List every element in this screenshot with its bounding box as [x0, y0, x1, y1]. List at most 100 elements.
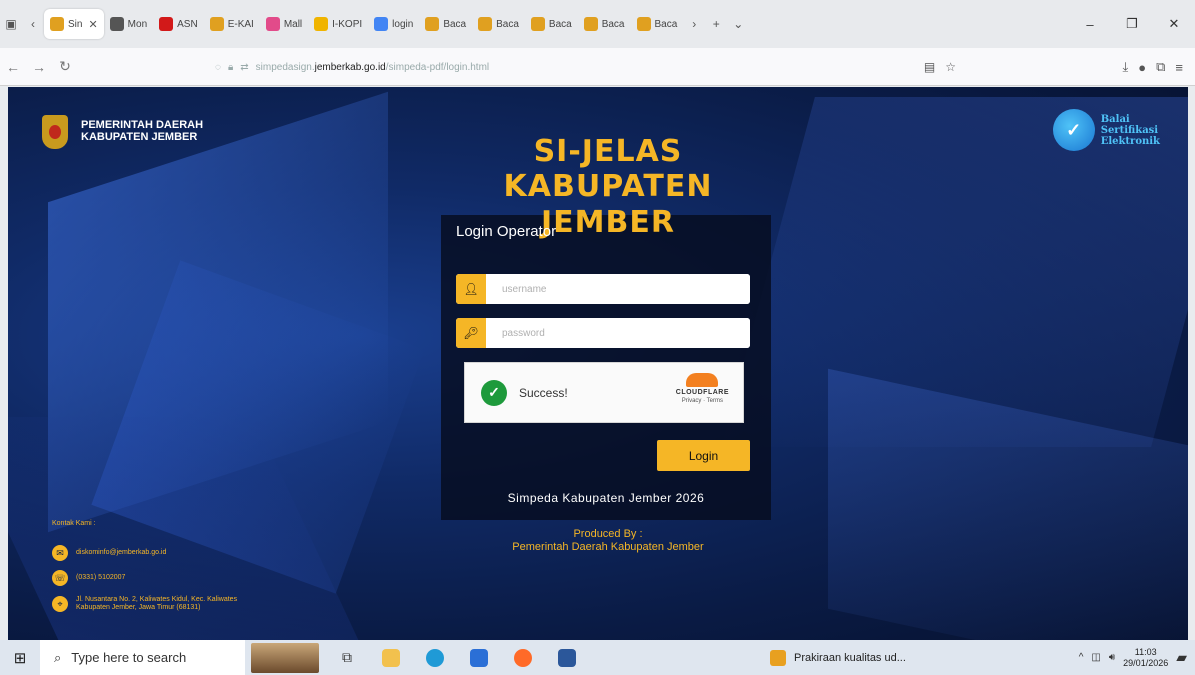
- search-icon: ⌕: [54, 649, 62, 665]
- captcha-status: Success!: [519, 385, 568, 400]
- contact-address-line2: Kabupaten Jember, Jawa Timur (68131): [76, 604, 201, 611]
- contact-email[interactable]: diskominfo@jemberkab.go.id: [76, 549, 166, 557]
- gov-title: PEMERINTAH DAERAH KABUPATEN JEMBER: [81, 119, 203, 143]
- tab-favicon-icon: [314, 17, 329, 31]
- username-input[interactable]: [486, 274, 750, 304]
- windows-start-icon[interactable]: ⊞: [0, 649, 40, 667]
- browser-tab[interactable]: login: [368, 9, 419, 39]
- taskbar-clock[interactable]: 11:03 29/01/2026: [1123, 647, 1168, 669]
- login-page: PEMERINTAH DAERAH KABUPATEN JEMBER ✓ Bal…: [8, 87, 1188, 640]
- tab-overview-icon[interactable]: ▣: [0, 13, 22, 35]
- url-path: /simpeda-pdf/login.html: [385, 61, 490, 73]
- edge-browser-icon[interactable]: [413, 640, 457, 675]
- task-view-icon[interactable]: ⧉: [325, 640, 369, 675]
- tab-label: login: [392, 18, 414, 30]
- contact-address-line1: Jl. Nusantara No. 2, Kaliwates Kidul, Ke…: [76, 596, 238, 603]
- forward-icon[interactable]: →: [26, 54, 52, 80]
- downloads-icon[interactable]: ⤓: [1123, 59, 1129, 75]
- contact-heading: Kontak Kami :: [52, 520, 96, 527]
- tab-label: Mon: [127, 18, 148, 30]
- reload-icon[interactable]: ↻: [52, 54, 78, 80]
- login-heading: Login Operator: [456, 223, 557, 240]
- browser-tab-strip: ▣ ‹ Sin ✕ Mon ASN E-KAI Mall I-KOPI login Baca Ba…: [0, 0, 1195, 48]
- reader-view-icon[interactable]: ▤: [924, 60, 935, 74]
- notifications-icon[interactable]: ▰: [1176, 649, 1187, 666]
- contact-address-row: ⌖ Jl. Nusantara No. 2, Kaliwates Kidul, …: [52, 596, 237, 612]
- extensions-icon[interactable]: ⧉: [1156, 59, 1165, 75]
- tab-favicon-icon: [636, 17, 651, 31]
- browser-tab[interactable]: E-KAI: [204, 9, 260, 39]
- tab-favicon-icon: [109, 17, 124, 31]
- username-field: 👤︎: [456, 274, 750, 304]
- tab-favicon-icon: [425, 17, 440, 31]
- tab-label: Baca: [654, 18, 678, 30]
- word-icon[interactable]: [545, 640, 589, 675]
- captcha-privacy-terms-link[interactable]: Privacy · Terms: [676, 398, 729, 404]
- firefox-icon[interactable]: [501, 640, 545, 675]
- gov-title-line1: PEMERINTAH DAERAH: [81, 119, 204, 131]
- contact-phone-row: ☏ (0331) 5102007: [52, 570, 125, 586]
- tray-chevron-icon[interactable]: ^: [1079, 652, 1084, 663]
- produced-by-line1: Produced By :: [573, 528, 643, 540]
- minimize-icon[interactable]: –: [1069, 17, 1111, 32]
- permissions-icon[interactable]: ⇄: [240, 62, 248, 73]
- browser-tab[interactable]: Baca: [472, 9, 525, 39]
- menu-icon[interactable]: ≡: [1175, 60, 1183, 75]
- file-explorer-icon[interactable]: [369, 640, 413, 675]
- tab-list: Sin ✕ Mon ASN E-KAI Mall I-KOPI login Baca Baca Ba…: [44, 9, 683, 39]
- url-host: jemberkab.go.id: [314, 61, 386, 73]
- taskbar-search-box[interactable]: ⌕ Type here to search: [40, 640, 245, 675]
- contact-email-row: ✉ diskominfo@jemberkab.go.id: [52, 545, 166, 561]
- tab-favicon-icon: [374, 17, 389, 31]
- taskbar-search-placeholder: Type here to search: [71, 650, 187, 665]
- news-widget-thumbnail[interactable]: [251, 642, 319, 673]
- browser-tab[interactable]: Baca: [578, 9, 631, 39]
- back-icon[interactable]: ←: [0, 54, 26, 80]
- cloudflare-turnstile-widget[interactable]: ✓ Success! CLOUDFLARE Privacy · Terms: [464, 362, 744, 423]
- browser-tab[interactable]: Baca: [419, 9, 472, 39]
- cloudflare-cloud-icon: [686, 373, 719, 387]
- tab-label: I-KOPI: [332, 18, 363, 30]
- url-text[interactable]: simpedasign.jemberkab.go.id/simpeda-pdf/…: [256, 62, 489, 73]
- tab-favicon-icon: [209, 17, 224, 31]
- window-controls: – ❐ ✕: [1069, 0, 1195, 48]
- bsre-line1: Balai: [1100, 113, 1130, 125]
- browser-tab[interactable]: Sin ✕: [44, 9, 104, 39]
- volume-icon[interactable]: 🔊︎: [1109, 652, 1115, 663]
- browser-tab[interactable]: ASN: [153, 9, 204, 39]
- scroll-tabs-left-icon[interactable]: ‹: [22, 13, 44, 35]
- gov-title-line2: KABUPATEN JEMBER: [81, 131, 198, 143]
- browser-tab[interactable]: Mon: [104, 9, 153, 39]
- tab-label: Baca: [443, 18, 467, 30]
- tab-favicon-icon: [478, 17, 493, 31]
- bsre-line2: Sertifikasi: [1100, 124, 1159, 136]
- account-icon[interactable]: ●: [1138, 60, 1146, 75]
- jember-coat-of-arms-logo: [42, 115, 68, 149]
- url-bar[interactable]: ◌ 🔒︎ ⇄ simpedasign.jemberkab.go.id/simpe…: [215, 54, 960, 80]
- password-input[interactable]: [486, 318, 750, 348]
- tab-list-dropdown-icon[interactable]: ⌄: [727, 13, 749, 35]
- scroll-tabs-right-icon[interactable]: ›: [683, 13, 705, 35]
- mail-icon[interactable]: [457, 640, 501, 675]
- bookmark-star-icon[interactable]: ☆: [945, 60, 956, 74]
- shield-icon[interactable]: ◌: [215, 62, 221, 73]
- browser-tab[interactable]: Mall: [260, 9, 308, 39]
- contact-address: Jl. Nusantara No. 2, Kaliwates Kidul, Ke…: [76, 596, 237, 612]
- restore-icon[interactable]: ❐: [1111, 16, 1153, 32]
- lock-icon[interactable]: 🔒︎: [228, 62, 233, 73]
- browser-tab[interactable]: Baca: [631, 9, 684, 39]
- login-button[interactable]: Login: [657, 440, 750, 471]
- tab-favicon-icon: [530, 17, 545, 31]
- toolbar-right: ⤓ ● ⧉ ≡: [1123, 48, 1195, 86]
- key-icon: 🔑︎: [456, 318, 486, 348]
- browser-tab[interactable]: Baca: [525, 9, 578, 39]
- network-icon[interactable]: ◫: [1091, 652, 1100, 663]
- tab-favicon-icon: [159, 17, 174, 31]
- new-tab-icon[interactable]: +: [705, 13, 727, 35]
- close-window-icon[interactable]: ✕: [1153, 16, 1195, 32]
- browser-tab[interactable]: I-KOPI: [308, 9, 368, 39]
- produced-by: Produced By : Pemerintah Daerah Kabupate…: [478, 528, 738, 554]
- tab-label: E-KAI: [227, 18, 254, 30]
- close-tab-icon[interactable]: ✕: [88, 18, 97, 31]
- weather-task[interactable]: Prakiraan kualitas ud...: [770, 640, 906, 675]
